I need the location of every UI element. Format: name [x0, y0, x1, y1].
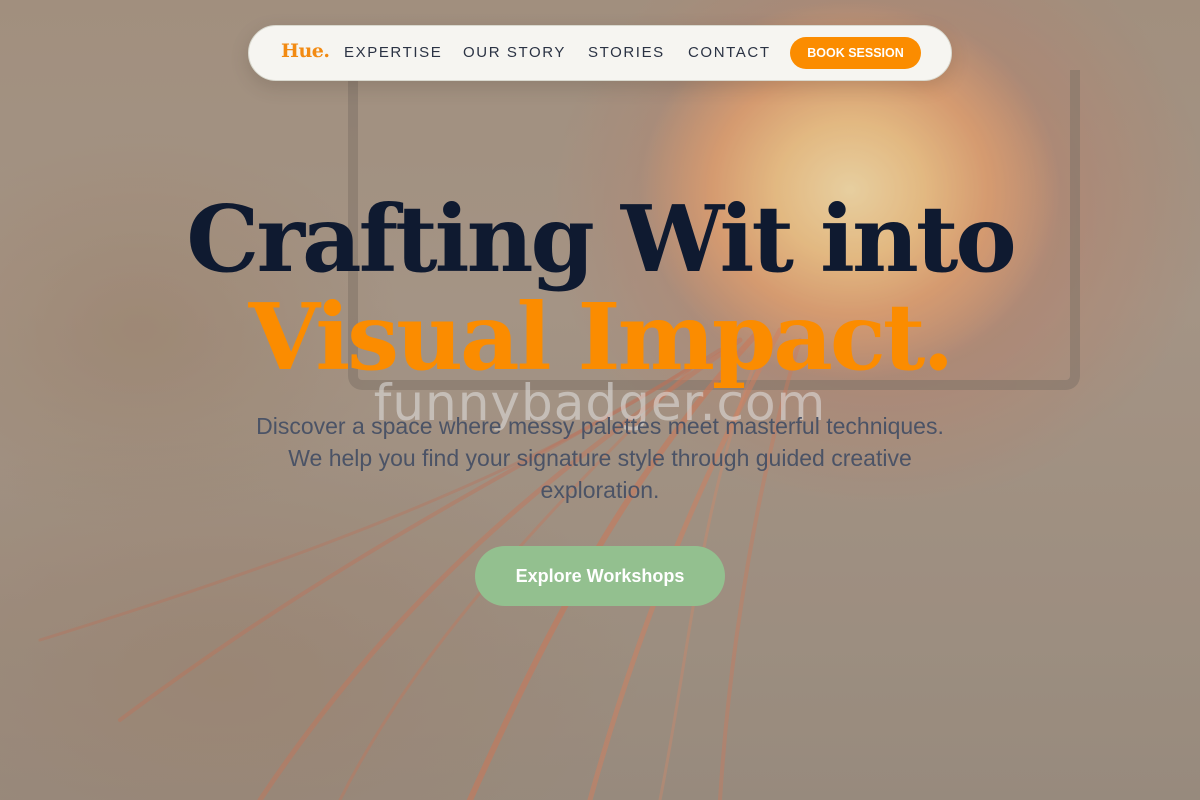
hero-headline: Crafting Wit into Visual Impact.	[0, 190, 1200, 386]
brand-logo[interactable]: Hue.	[281, 40, 330, 62]
book-session-button[interactable]: BOOK SESSION	[790, 37, 921, 69]
hero-section: Hue. EXPERTISE OUR STORY STORIES CONTACT…	[0, 0, 1200, 800]
headline-line-2: Visual Impact.	[248, 283, 955, 391]
nav-link-our-story[interactable]: OUR STORY	[463, 44, 566, 61]
nav-link-stories[interactable]: STORIES	[588, 44, 665, 61]
hero-subtitle: Discover a space where messy palettes me…	[256, 413, 944, 503]
top-navigation: Hue. EXPERTISE OUR STORY STORIES CONTACT…	[248, 25, 952, 81]
explore-workshops-button[interactable]: Explore Workshops	[475, 546, 725, 606]
headline-line-1: Crafting Wit into	[186, 185, 1016, 293]
nav-link-expertise[interactable]: EXPERTISE	[344, 44, 442, 61]
nav-link-contact[interactable]: CONTACT	[688, 44, 771, 61]
